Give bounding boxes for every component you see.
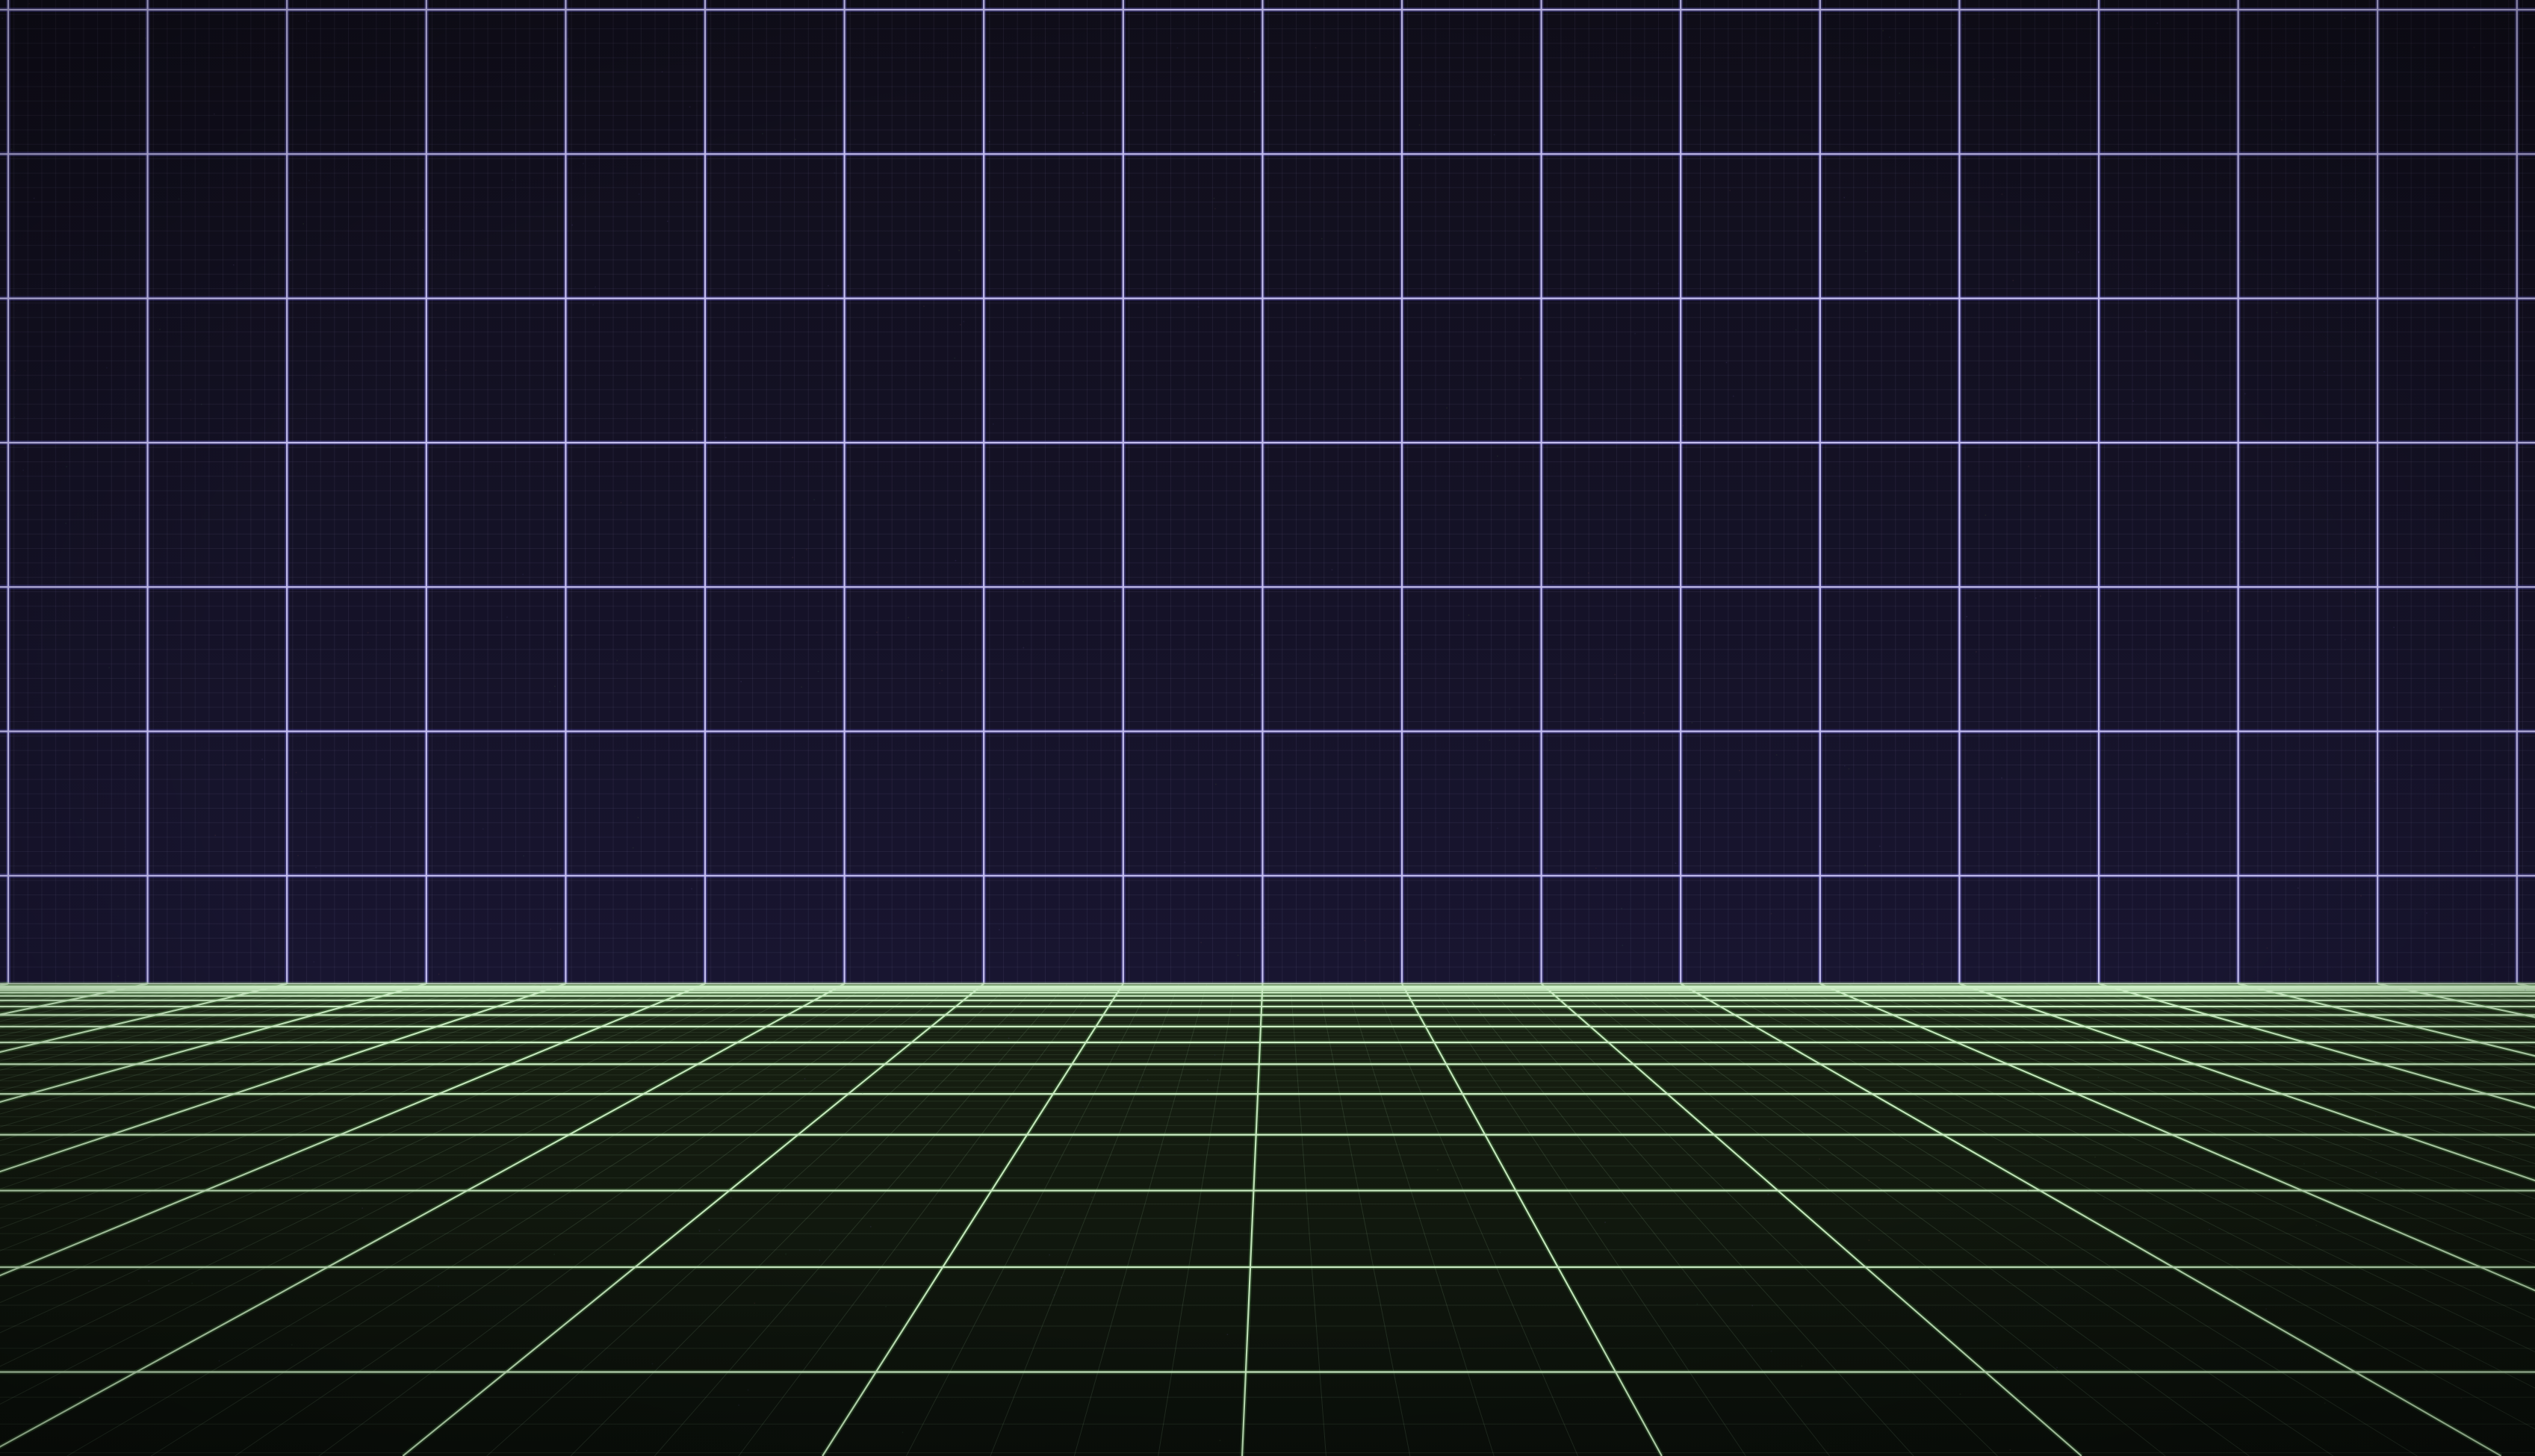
vignette-overlay — [0, 0, 2535, 1456]
synthwave-grid-background — [0, 0, 2535, 1456]
grid-scene-canvas — [0, 0, 2535, 1456]
